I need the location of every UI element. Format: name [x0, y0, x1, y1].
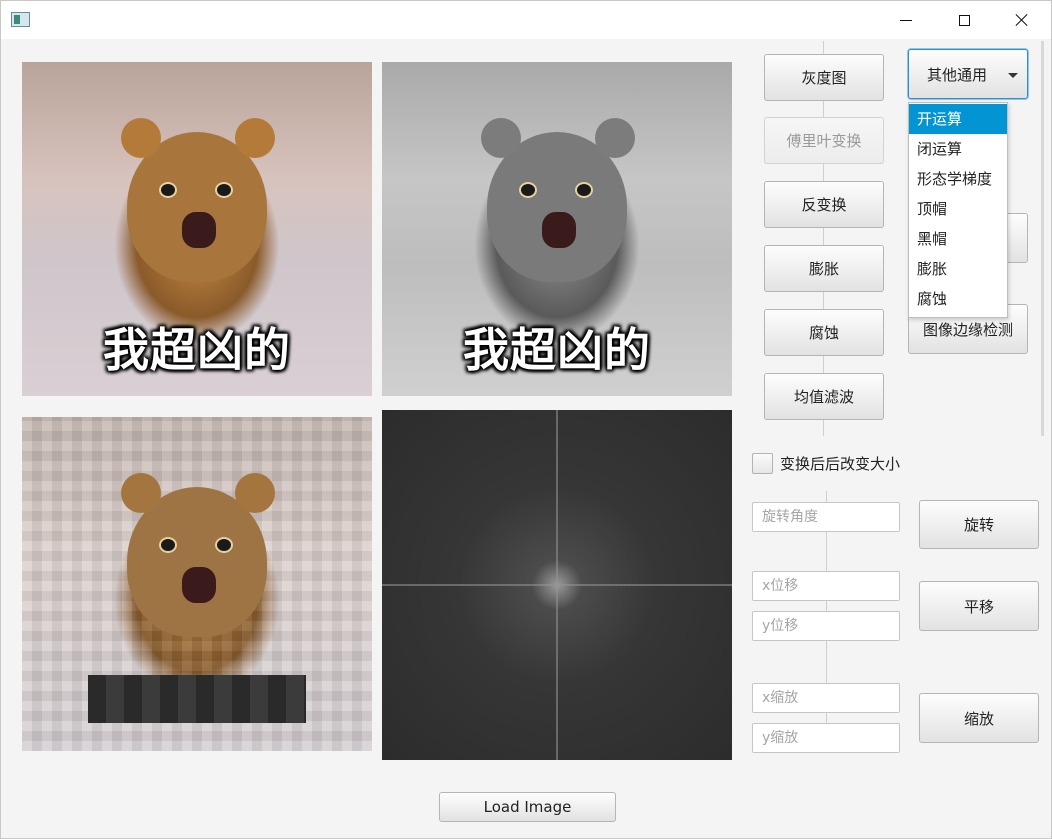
grayscale-button[interactable]: 灰度图 — [764, 54, 884, 101]
cat-face — [481, 118, 635, 282]
dropdown-option[interactable]: 黑帽 — [909, 224, 1007, 254]
fourier-transform-button[interactable]: 傅里叶变换 — [764, 117, 884, 164]
resize-after-transform-label: 变换后后改变大小 — [780, 455, 901, 473]
dropdown-option[interactable]: 闭运算 — [909, 134, 1007, 164]
cat-mouth — [182, 212, 216, 248]
cat-face — [121, 118, 275, 282]
dropdown-option[interactable]: 腐蚀 — [909, 284, 1007, 314]
original-image: 我超凶的 — [22, 62, 372, 396]
fourier-spectrum-image — [382, 410, 732, 760]
chevron-down-icon — [1008, 73, 1018, 78]
x-scale-input[interactable] — [752, 683, 900, 713]
spectrum-vertical-axis — [556, 410, 558, 760]
dropdown-option[interactable]: 形态学梯度 — [909, 164, 1007, 194]
cat-ear-left — [121, 118, 161, 158]
rotate-button[interactable]: 旋转 — [919, 500, 1039, 549]
load-image-button[interactable]: Load Image — [439, 792, 616, 822]
minimize-button[interactable] — [877, 1, 935, 39]
rotation-angle-input[interactable] — [752, 502, 900, 532]
dropdown-option[interactable]: 开运算 — [909, 104, 1007, 134]
cat-eye-right — [215, 182, 233, 198]
cat-ear-left — [121, 473, 161, 513]
cat-eye-right — [575, 182, 593, 198]
cat-mouth — [182, 567, 216, 603]
app-icon — [11, 12, 30, 27]
erode-button[interactable]: 腐蚀 — [764, 309, 884, 356]
cat-ear-right — [235, 473, 275, 513]
dilate-button[interactable]: 膨胀 — [764, 245, 884, 292]
grayscale-image: 我超凶的 — [382, 62, 732, 396]
translate-button[interactable]: 平移 — [919, 581, 1039, 631]
operation-combo[interactable]: 其他通用 — [908, 49, 1028, 99]
y-shift-input[interactable] — [752, 611, 900, 641]
resize-after-transform-checkbox[interactable] — [752, 453, 773, 474]
maximize-icon — [958, 14, 970, 26]
dropdown-option[interactable]: 顶帽 — [909, 194, 1007, 224]
inverse-transform-button[interactable]: 反变换 — [764, 181, 884, 228]
cat-eye-left — [519, 182, 537, 198]
cat-ear-right — [235, 118, 275, 158]
cat-mouth — [542, 212, 576, 248]
cat-eye-right — [215, 537, 233, 553]
cat-ear-left — [481, 118, 521, 158]
x-shift-input[interactable] — [752, 571, 900, 601]
app-window: 我超凶的 我超凶的 灰度图 傅里叶变换 反变换 膨胀 腐蚀 均值滤波 其他通用 … — [0, 0, 1052, 839]
cat-eye-left — [159, 182, 177, 198]
cat-face — [121, 473, 275, 637]
title-bar — [1, 1, 1051, 39]
operation-dropdown-list: 开运算 闭运算 形态学梯度 顶帽 黑帽 膨胀 腐蚀 — [908, 102, 1008, 318]
cat-eye-left — [159, 537, 177, 553]
y-scale-input[interactable] — [752, 723, 900, 753]
side-scrollbar[interactable] — [1041, 41, 1044, 436]
cat-ear-right — [595, 118, 635, 158]
minimize-icon — [900, 19, 912, 21]
meme-caption: 我超凶的 — [463, 323, 651, 377]
pixelated-caption-bar — [88, 675, 306, 723]
mean-filter-button[interactable]: 均值滤波 — [764, 373, 884, 420]
meme-caption: 我超凶的 — [103, 323, 291, 377]
close-button[interactable] — [993, 1, 1051, 39]
close-icon — [1015, 13, 1029, 27]
maximize-button[interactable] — [935, 1, 993, 39]
scale-button[interactable]: 缩放 — [919, 693, 1039, 743]
operation-combo-value: 其他通用 — [927, 65, 988, 84]
pixelated-image — [22, 417, 372, 751]
dropdown-option[interactable]: 膨胀 — [909, 254, 1007, 284]
